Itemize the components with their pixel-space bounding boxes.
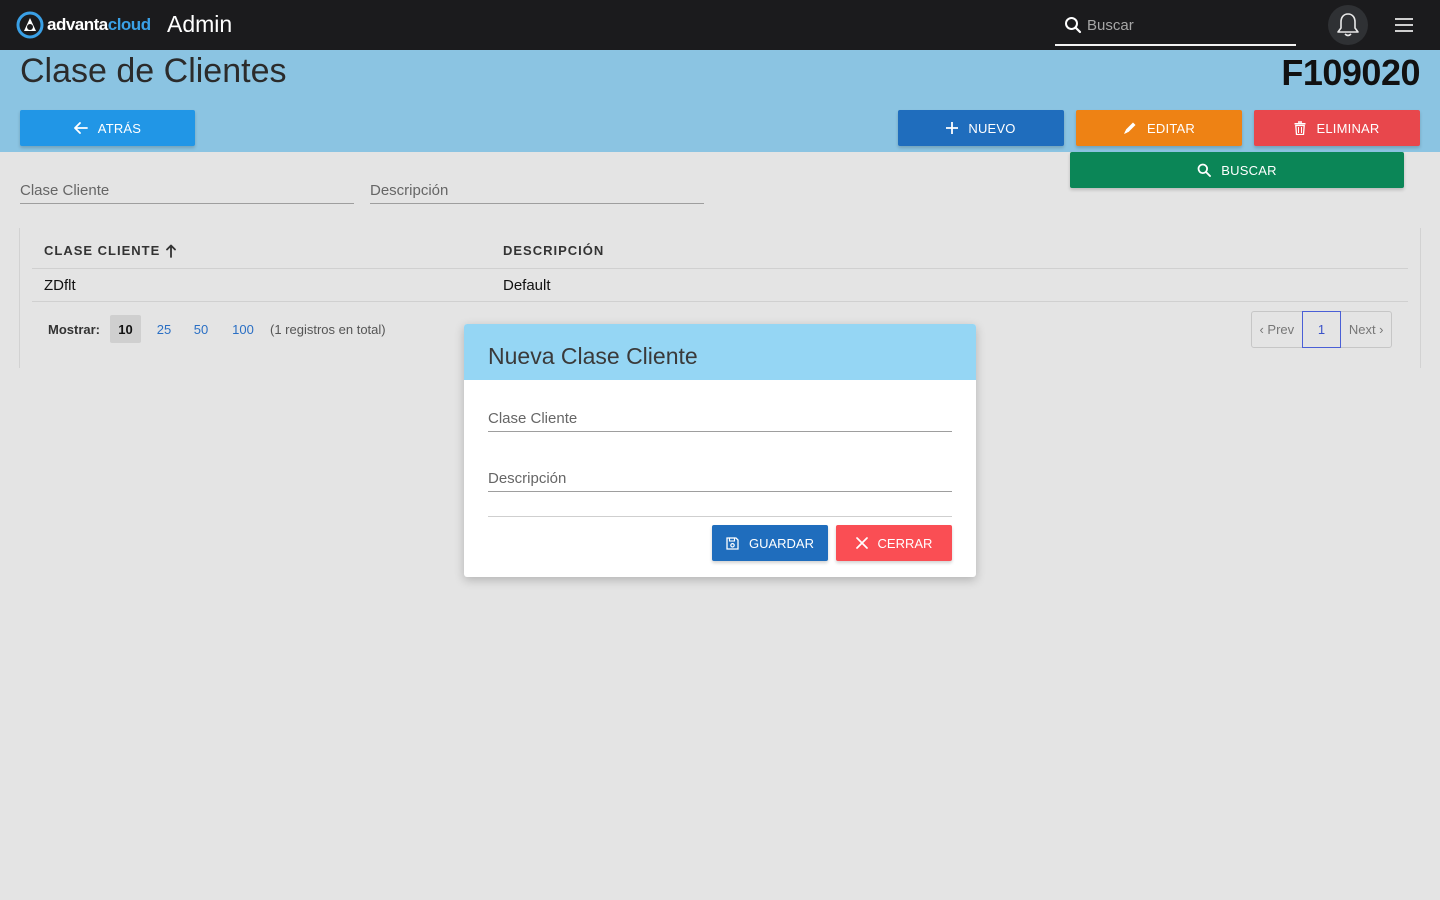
filter-clase-cliente[interactable] — [20, 178, 354, 204]
save-button[interactable]: GUARDAR — [712, 525, 828, 561]
page-code: F109020 — [1281, 52, 1420, 93]
column-header-label: DESCRIPCIÓN — [503, 243, 605, 258]
dialog-title: Nueva Clase Cliente — [488, 343, 698, 369]
page-title: Clase de Clientes — [20, 52, 287, 90]
main-menu-button[interactable] — [1392, 13, 1416, 37]
logo-text: advantacloud — [47, 15, 151, 35]
page-1-button[interactable]: 1 — [1301, 311, 1342, 348]
column-header-label: CLASE CLIENTE — [44, 243, 161, 258]
page-size-label: Mostrar: — [48, 322, 101, 337]
page-size-50[interactable]: 50 — [189, 315, 213, 343]
dialog-clase-cliente-input[interactable] — [488, 406, 952, 430]
filter-descripcion-input[interactable] — [370, 178, 704, 202]
filter-clase-cliente-input[interactable] — [20, 178, 354, 202]
trash-icon — [1294, 121, 1306, 135]
hamburger-menu-icon — [1395, 18, 1413, 32]
back-button-label: ATRÁS — [97, 120, 142, 136]
logo-text-part-b: cloud — [107, 15, 151, 34]
edit-button[interactable]: EDITAR — [1076, 110, 1242, 146]
page-size-100[interactable]: 100 — [228, 315, 258, 343]
global-search-input[interactable] — [1087, 13, 1287, 37]
top-navbar: advantacloud Admin — [0, 0, 1440, 50]
column-header-descripcion[interactable]: DESCRIPCIÓN — [503, 243, 604, 258]
back-button[interactable]: ATRÁS — [20, 110, 195, 146]
plus-icon — [946, 122, 959, 134]
delete-button[interactable]: ELIMINAR — [1254, 110, 1420, 146]
page-size-25[interactable]: 25 — [152, 315, 176, 343]
total-records: (1 registros en total) — [270, 322, 386, 337]
bell-icon — [1337, 13, 1359, 37]
search-icon — [1197, 163, 1212, 177]
save-button-label: GUARDAR — [748, 535, 814, 551]
new-button-label: NUEVO — [968, 120, 1016, 136]
edit-button-label: EDITAR — [1147, 120, 1195, 136]
dialog-descripcion-field[interactable] — [488, 466, 952, 492]
pencil-icon — [1124, 122, 1136, 134]
arrow-left-icon — [73, 122, 88, 134]
search-button[interactable]: BUSCAR — [1070, 152, 1404, 188]
new-button[interactable]: NUEVO — [898, 110, 1064, 146]
close-button-label: CERRAR — [877, 535, 933, 551]
search-icon — [1065, 17, 1082, 34]
advantacloud-logo-icon — [16, 11, 44, 39]
delete-button-label: ELIMINAR — [1316, 120, 1380, 136]
table-cell-descripcion[interactable]: Default — [503, 277, 551, 294]
page-size-10[interactable]: 10 — [110, 315, 141, 343]
search-button-label: BUSCAR — [1221, 162, 1277, 178]
global-search[interactable] — [1055, 6, 1296, 46]
logo[interactable]: advantacloud — [16, 11, 151, 39]
dialog-header: Nueva Clase Cliente — [464, 324, 976, 380]
next-page-button[interactable]: Next › — [1341, 312, 1391, 347]
table-cell-clase-cliente[interactable]: ZDflt — [44, 277, 76, 294]
dialog-divider — [488, 516, 952, 517]
new-clase-cliente-dialog: Nueva Clase Cliente GUARDAR CERRAR — [464, 324, 976, 577]
sort-ascending-icon — [166, 244, 177, 258]
dialog-clase-cliente-field[interactable] — [488, 406, 952, 432]
column-header-clase-cliente[interactable]: CLASE CLIENTE — [44, 243, 177, 258]
filter-descripcion[interactable] — [370, 178, 704, 204]
logo-text-part-a: advanta — [47, 15, 108, 34]
dialog-descripcion-input[interactable] — [488, 466, 952, 490]
table-header-divider — [32, 268, 1408, 269]
table-row-divider — [32, 301, 1408, 302]
close-icon — [855, 537, 868, 549]
app-title: Admin — [167, 11, 233, 37]
notifications-button[interactable] — [1328, 5, 1368, 45]
prev-page-button[interactable]: ‹ Prev — [1252, 312, 1302, 347]
close-button[interactable]: CERRAR — [836, 525, 952, 561]
floppy-disk-icon — [726, 536, 739, 550]
pagination: ‹ Prev 1 Next › — [1251, 311, 1392, 348]
